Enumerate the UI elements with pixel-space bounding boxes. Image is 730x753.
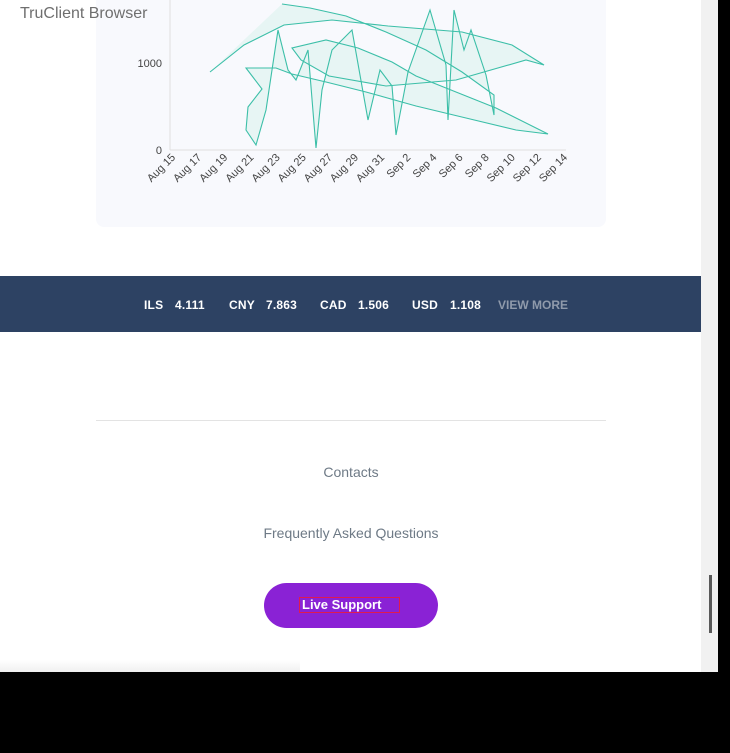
ticker-value-usd: 1.108: [450, 298, 482, 312]
contacts-link[interactable]: Contacts: [96, 464, 606, 480]
currency-ticker: ILS 4.111 CNY 7.863 CAD 1.506 USD 1.108 …: [0, 276, 701, 332]
x-tick-label: Sep 14: [537, 152, 570, 185]
x-tick-label: Aug 31: [354, 152, 387, 185]
x-tick-label: Sep 12: [511, 152, 544, 185]
x-tick-label: Aug 19: [197, 152, 230, 185]
browser-title: TruClient Browser: [20, 5, 148, 22]
bottom-shadow: [0, 660, 300, 672]
x-tick-label: Sep 4: [411, 152, 440, 181]
ticker-code-cny: CNY: [229, 298, 255, 312]
x-tick-label: Aug 17: [171, 152, 204, 185]
scrollbar-track[interactable]: [701, 0, 718, 672]
x-tick-label: Aug 25: [276, 152, 309, 185]
y-tick-label: 0: [156, 145, 162, 157]
view-more-link[interactable]: VIEW MORE: [498, 298, 568, 312]
x-tick-label: Aug 29: [328, 152, 361, 185]
x-tick-label: Sep 2: [385, 152, 414, 181]
footer-divider: [96, 420, 606, 421]
live-support-label[interactable]: Live Support: [299, 597, 400, 613]
ticker-value-cny: 7.863: [266, 298, 298, 312]
chart-card: 0 1000 Aug 15 Aug 17 Aug 19 Aug 21 Aug 23 Aug 2…: [96, 0, 606, 227]
x-tick-label: Aug 23: [250, 152, 283, 185]
scrollbar-thumb[interactable]: [709, 575, 712, 633]
ticker-value-cad: 1.506: [358, 298, 390, 312]
x-tick-label: Aug 27: [302, 152, 335, 185]
x-tick-label: Sep 6: [437, 152, 466, 181]
y-tick-label: 1000: [138, 58, 162, 70]
page-viewport: TruClient Browser 0 1000 Aug 15 Aug 17 Aug 1…: [0, 0, 718, 672]
ticker-code-ils: ILS: [144, 298, 164, 312]
x-tick-label: Sep 10: [485, 152, 518, 185]
x-tick-label: Aug 21: [223, 152, 256, 185]
price-chart: 01000Aug 15Aug 17Aug 19Aug 21Aug 23Aug 2…: [138, 0, 570, 185]
ticker-code-usd: USD: [412, 298, 438, 312]
ticker-code-cad: CAD: [320, 298, 347, 312]
faq-link[interactable]: Frequently Asked Questions: [96, 525, 606, 541]
ticker-value-ils: 4.111: [175, 298, 205, 312]
